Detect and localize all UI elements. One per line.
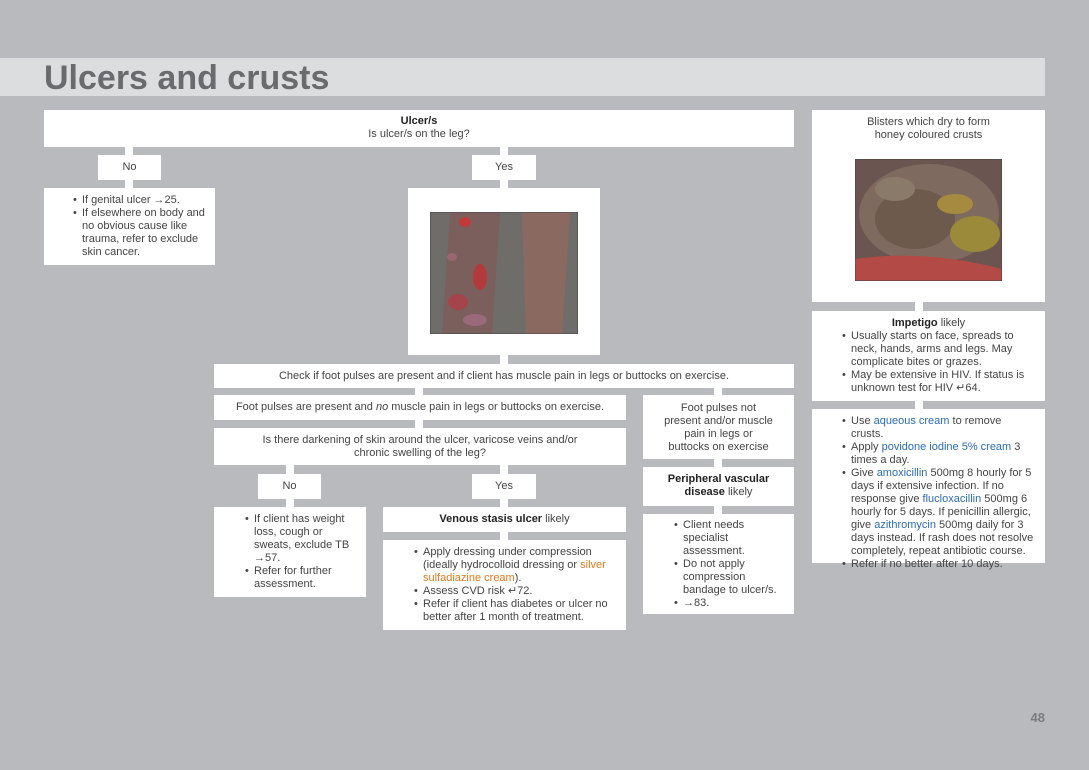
flucloxacillin-drug: flucloxacillin xyxy=(922,493,982,505)
pulses-present-c: muscle pain in legs or buttocks on exerc… xyxy=(388,401,605,413)
blisters-text: Blisters which dry to form honey coloure… xyxy=(867,116,990,141)
list-item: If elsewhere on body and no obvious caus… xyxy=(73,207,209,259)
darkening-question-box: Is there darkening of skin around the ul… xyxy=(214,428,626,465)
pvd-likely: likely xyxy=(724,486,753,498)
text: Apply xyxy=(851,441,882,453)
impetigo-box: Impetigo likely Usually starts on face, … xyxy=(812,311,1045,401)
pulses-present-a: Foot pulses are present and xyxy=(235,401,376,413)
list-item: If genital ulcer →25. xyxy=(73,194,209,207)
list-item: Apply dressing under compression (ideall… xyxy=(414,546,618,585)
venous-management-box: Apply dressing under compression (ideall… xyxy=(383,540,626,630)
list-item: Refer if no better after 10 days. xyxy=(842,558,1035,571)
impetigo-heading: Impetigo likely xyxy=(822,317,1035,330)
list-item: Usually starts on face, spreads to neck,… xyxy=(842,330,1035,369)
list-item: Refer for further assessment. xyxy=(245,565,358,591)
check-pulses-box: Check if foot pulses are present and if … xyxy=(214,364,794,388)
venous-stasis-box: Venous stasis ulcer likely xyxy=(383,507,626,532)
venous-item1-text: Apply dressing under compression (ideall… xyxy=(423,546,592,571)
pulses-absent-box: Foot pulses not present and/or muscle pa… xyxy=(643,395,794,459)
ulcer-question-box: Ulcer/s Is ulcer/s on the leg? xyxy=(44,110,794,147)
ulcer-question: Is ulcer/s on the leg? xyxy=(368,128,470,140)
list-item: May be extensive in HIV. If status is un… xyxy=(842,369,1035,395)
list-item: Do not apply compression bandage to ulce… xyxy=(674,558,784,597)
list-item: Client needs specialist assessment. xyxy=(674,519,784,558)
weight-loss-box: If client has weight loss, cough or swea… xyxy=(214,507,366,597)
non-leg-ulcer-box: If genital ulcer →25. If elsewhere on bo… xyxy=(44,188,215,265)
no-label: No xyxy=(98,155,161,180)
pvd-name: Peripheral vascular disease xyxy=(667,473,770,498)
impetigo-management-box: Use aqueous cream to remove crusts. Appl… xyxy=(812,409,1045,571)
pulses-present-box: Foot pulses are present and no muscle pa… xyxy=(214,395,626,420)
sub-yes-label: Yes xyxy=(472,474,536,499)
yes-label: Yes xyxy=(472,155,536,180)
azithromycin-drug: azithromycin xyxy=(874,519,936,531)
impetigo-name: Impetigo xyxy=(891,317,938,329)
list-item: If client has weight loss, cough or swea… xyxy=(245,513,358,565)
leg-photo-box xyxy=(408,188,600,355)
list-item: Apply povidone iodine 5% cream 3 times a… xyxy=(842,441,1035,467)
venous-item1-end: ). xyxy=(514,572,522,584)
pulses-present-no: no xyxy=(375,401,389,413)
list-item: Refer if client has diabetes or ulcer no… xyxy=(414,598,618,624)
impetigo-photo xyxy=(855,159,1002,281)
text: Use xyxy=(851,415,874,427)
pvd-box: Peripheral vascular disease likely xyxy=(643,467,794,506)
sub-no-label: No xyxy=(258,474,321,499)
list-item: →83. xyxy=(674,597,784,610)
blisters-box: Blisters which dry to form honey coloure… xyxy=(812,110,1045,302)
list-item: Give amoxicillin 500mg 8 hourly for 5 da… xyxy=(842,467,1035,558)
venous-ulcer-photo xyxy=(430,212,578,334)
povidone-iodine-drug: povidone iodine 5% cream xyxy=(881,441,1012,453)
page-number: 48 xyxy=(1030,710,1045,725)
list-item: Assess CVD risk ↵72. xyxy=(414,585,618,598)
list-item: Use aqueous cream to remove crusts. xyxy=(842,415,1035,441)
text: Give xyxy=(851,467,877,479)
page-title: Ulcers and crusts xyxy=(44,59,330,97)
ulcer-title: Ulcer/s xyxy=(400,115,438,127)
venous-name: Venous stasis ulcer xyxy=(439,513,543,525)
pvd-management-box: Client needs specialist assessment. Do n… xyxy=(643,514,794,614)
impetigo-likely: likely xyxy=(937,317,966,329)
amoxicillin-drug: amoxicillin xyxy=(876,467,928,479)
venous-likely: likely xyxy=(542,513,570,525)
aqueous-cream-drug: aqueous cream xyxy=(873,415,950,427)
